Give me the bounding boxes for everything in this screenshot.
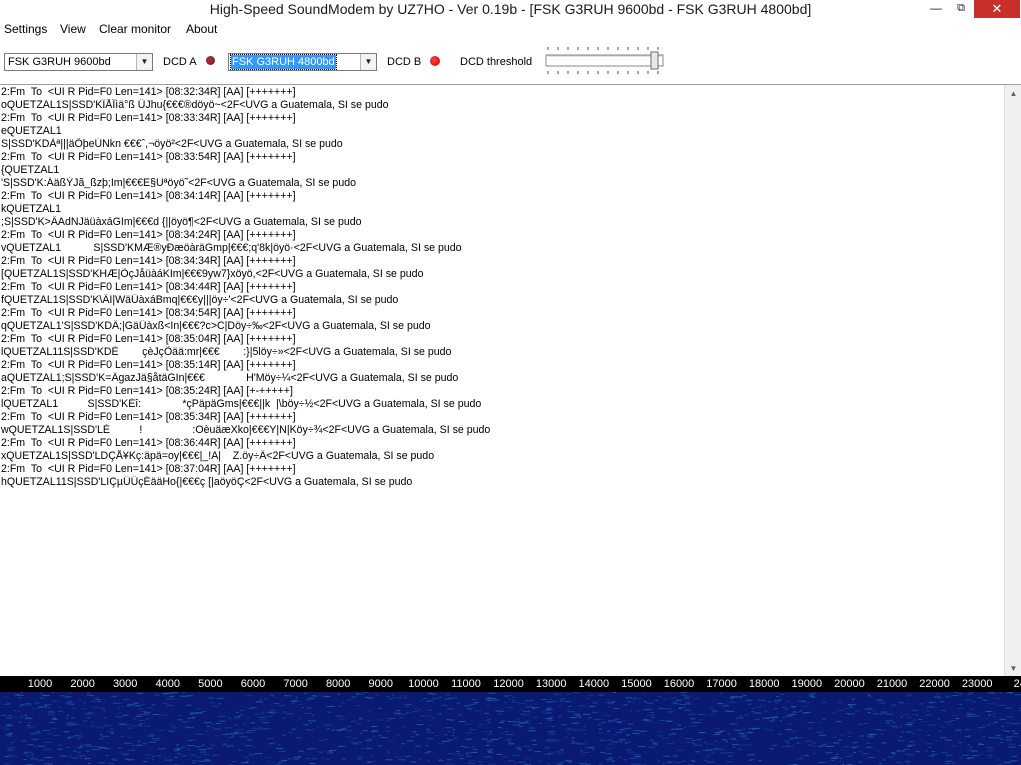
- frequency-tick-label: 16000: [663, 678, 695, 690]
- monitor-panel[interactable]: 2:Fm To <UI R Pid=F0 Len=141> [08:32:34R…: [0, 84, 1021, 677]
- monitor-text[interactable]: 2:Fm To <UI R Pid=F0 Len=141> [08:32:34R…: [1, 86, 1001, 674]
- menu-bar: Settings View Clear monitor About: [0, 20, 1021, 39]
- dcd-b-label: DCD B: [387, 56, 422, 68]
- monitor-line: 2:Fm To <UI R Pid=F0 Len=141> [08:35:34R…: [1, 411, 296, 423]
- frequency-scale: 1000 2000 3000 4000 5000 6000 7000 8000 9000 1000…: [0, 676, 1021, 692]
- frequency-tick-label: 15000: [621, 678, 652, 690]
- monitor-line: 2:Fm To <UI R Pid=F0 Len=141> [08:34:14R…: [1, 190, 296, 202]
- modem-a-select[interactable]: FSK G3RUH 9600bd ▼: [4, 53, 153, 71]
- monitor-line: wQUETZAL1S|SSD'LÉ ! :OèuäæXko|€€€Y|N|Köy…: [1, 424, 491, 436]
- frequency-tick-label: 24: [1013, 678, 1021, 690]
- frequency-tick-label: 6000: [240, 678, 266, 690]
- menu-settings[interactable]: Settings: [4, 20, 47, 39]
- frequency-tick-label: 3000: [112, 678, 138, 690]
- frequency-tick-label: 20000: [834, 678, 865, 690]
- monitor-line: 'S|SSD'K:ÁäßÝJã_ßzþ;Im|€€€E§Uªöyö˜<2F<UV…: [1, 177, 356, 189]
- monitor-line: 2:Fm To <UI R Pid=F0 Len=141> [08:37:04R…: [1, 463, 296, 475]
- monitor-line: 2:Fm To <UI R Pid=F0 Len=141> [08:35:24R…: [1, 385, 293, 397]
- modem-b-select[interactable]: FSK G3RUH 4800bd ▼: [228, 53, 377, 71]
- frequency-tick-label: 8000: [325, 678, 351, 690]
- menu-about[interactable]: About: [186, 20, 217, 39]
- monitor-line: S|SSD'KDÀª|||äÕþeÙNkn €€€ˆ,¬öyö²<2F<UVG…: [1, 138, 343, 150]
- frequency-tick-label: 18000: [748, 678, 780, 690]
- frequency-tick-label: 9000: [368, 678, 394, 690]
- frequency-tick-label: 23000: [961, 678, 993, 690]
- frequency-tick-label: 19000: [791, 678, 823, 690]
- chevron-down-icon[interactable]: ▼: [360, 54, 376, 70]
- monitor-line: {QUETZAL1: [1, 164, 60, 176]
- dcd-b-indicator-icon: [430, 56, 440, 66]
- monitor-line: 2:Fm To <UI R Pid=F0 Len=141> [08:35:04R…: [1, 333, 296, 345]
- window-title: High-Speed SoundModem by UZ7HO - Ver 0.1…: [209, 1, 812, 17]
- monitor-line: lQUETZAL11S|SSD'KDÈ çèJçÕää:mr|€€€ :}|5l…: [1, 346, 452, 358]
- frequency-tick-label: 5000: [198, 678, 223, 690]
- dcd-threshold-label: DCD threshold: [460, 56, 533, 68]
- monitor-line: 2:Fm To <UI R Pid=F0 Len=141> [08:34:34R…: [1, 255, 296, 267]
- frequency-tick-label: 13000: [535, 678, 567, 690]
- chevron-down-icon[interactable]: ▼: [136, 54, 152, 70]
- monitor-line: ;S|SSD'K>ÄAdNJäüàxáGIm|€€€d {||öyö¶<2F<U…: [1, 216, 362, 228]
- frequency-tick-label: 22000: [919, 678, 950, 690]
- monitor-line: fQUETZAL1S|SSD'K\ÄI|WäÜàxáBmq|€€€y|||öy÷…: [1, 294, 399, 306]
- frequency-tick-label: 12000: [493, 678, 524, 690]
- frequency-tick-label: 10000: [408, 678, 439, 690]
- title-bar: High-Speed SoundModem by UZ7HO - Ver 0.1…: [0, 0, 1021, 19]
- frequency-tick-label: 17000: [706, 678, 737, 690]
- monitor-line: oQUETZAL1S|SSD'KÏÅÎìä°ß ÜJhu{€€€®döyö~<2…: [1, 99, 389, 111]
- dcd-a-label: DCD A: [163, 56, 197, 68]
- monitor-line: 2:Fm To <UI R Pid=F0 Len=141> [08:36:44R…: [1, 437, 296, 449]
- monitor-line: xQUETZAL1S|SSD'LDÇÅ¥Kç:äpä=oy|€€€|_!A| Z…: [1, 450, 435, 462]
- monitor-line: qQUETZAL1'S|SSD'KDÄ;|GäÜàxß<In|€€€?c>C|D…: [1, 320, 431, 332]
- minimize-button[interactable]: —: [922, 0, 950, 18]
- dcd-threshold-slider[interactable]: [545, 45, 665, 75]
- monitor-line: 2:Fm To <UI R Pid=F0 Len=141> [08:34:24R…: [1, 229, 296, 241]
- monitor-line: hQUETZAL11S|SSD'LIÇµÜÜçÉääHo{|€€€ç [|aöy…: [1, 476, 413, 488]
- dcd-a-indicator-icon: [206, 56, 215, 65]
- frequency-tick-label: 21000: [876, 678, 908, 690]
- monitor-line: 2:Fm To <UI R Pid=F0 Len=141> [08:35:14R…: [1, 359, 296, 371]
- menu-clear-monitor[interactable]: Clear monitor: [99, 20, 171, 39]
- frequency-tick-label: 2000: [70, 678, 95, 690]
- frequency-tick-label: 11000: [451, 678, 481, 690]
- menu-view[interactable]: View: [60, 20, 86, 39]
- monitor-line: aQUETZAL1;S|SSD'K=ÄgazJä§åtäGIn|€€€ H'Mö…: [1, 372, 459, 384]
- monitor-line: lQUETZAL1 S|SSD'KÈî: *çPäpäGms|€€€||k |\…: [1, 398, 482, 410]
- monitor-scrollbar[interactable]: ▲ ▼: [1004, 85, 1021, 677]
- frequency-tick-label: 4000: [155, 678, 181, 690]
- scroll-up-icon[interactable]: ▲: [1005, 85, 1021, 102]
- monitor-line: 2:Fm To <UI R Pid=F0 Len=141> [08:33:34R…: [1, 112, 296, 124]
- modem-b-value: FSK G3RUH 4800bd: [230, 54, 337, 70]
- monitor-line: eQUETZAL1: [1, 125, 62, 137]
- monitor-line: 2:Fm To <UI R Pid=F0 Len=141> [08:33:54R…: [1, 151, 296, 163]
- frequency-tick-label: 1000: [27, 678, 53, 690]
- scroll-down-icon[interactable]: ▼: [1005, 660, 1021, 677]
- close-button[interactable]: ✕: [974, 0, 1020, 18]
- frequency-tick-label: 7000: [283, 678, 308, 690]
- monitor-line: 2:Fm To <UI R Pid=F0 Len=141> [08:34:44R…: [1, 281, 296, 293]
- monitor-line: 2:Fm To <UI R Pid=F0 Len=141> [08:32:34R…: [1, 86, 296, 98]
- frequency-tick-label: 14000: [578, 678, 610, 690]
- spectrum-waterfall: [0, 692, 1021, 765]
- maximize-button[interactable]: ⧉: [948, 0, 974, 18]
- monitor-line: [QUETZAL1S|SSD'KHÆ|ÕçJåüàáKIm|€€€9yw7}xö…: [1, 268, 424, 280]
- monitor-line: vQUETZAL1 S|SSD'KMÆ®yÐæöàräGmp|€€€;q'8k|…: [1, 242, 462, 254]
- waterfall-display: 1000 2000 3000 4000 5000 6000 7000 8000 9000 1000…: [0, 676, 1021, 765]
- modem-a-value: FSK G3RUH 9600bd: [8, 56, 111, 68]
- slider-thumb[interactable]: [650, 51, 659, 70]
- monitor-line: 2:Fm To <UI R Pid=F0 Len=141> [08:34:54R…: [1, 307, 296, 319]
- monitor-line: kQUETZAL1: [1, 203, 62, 215]
